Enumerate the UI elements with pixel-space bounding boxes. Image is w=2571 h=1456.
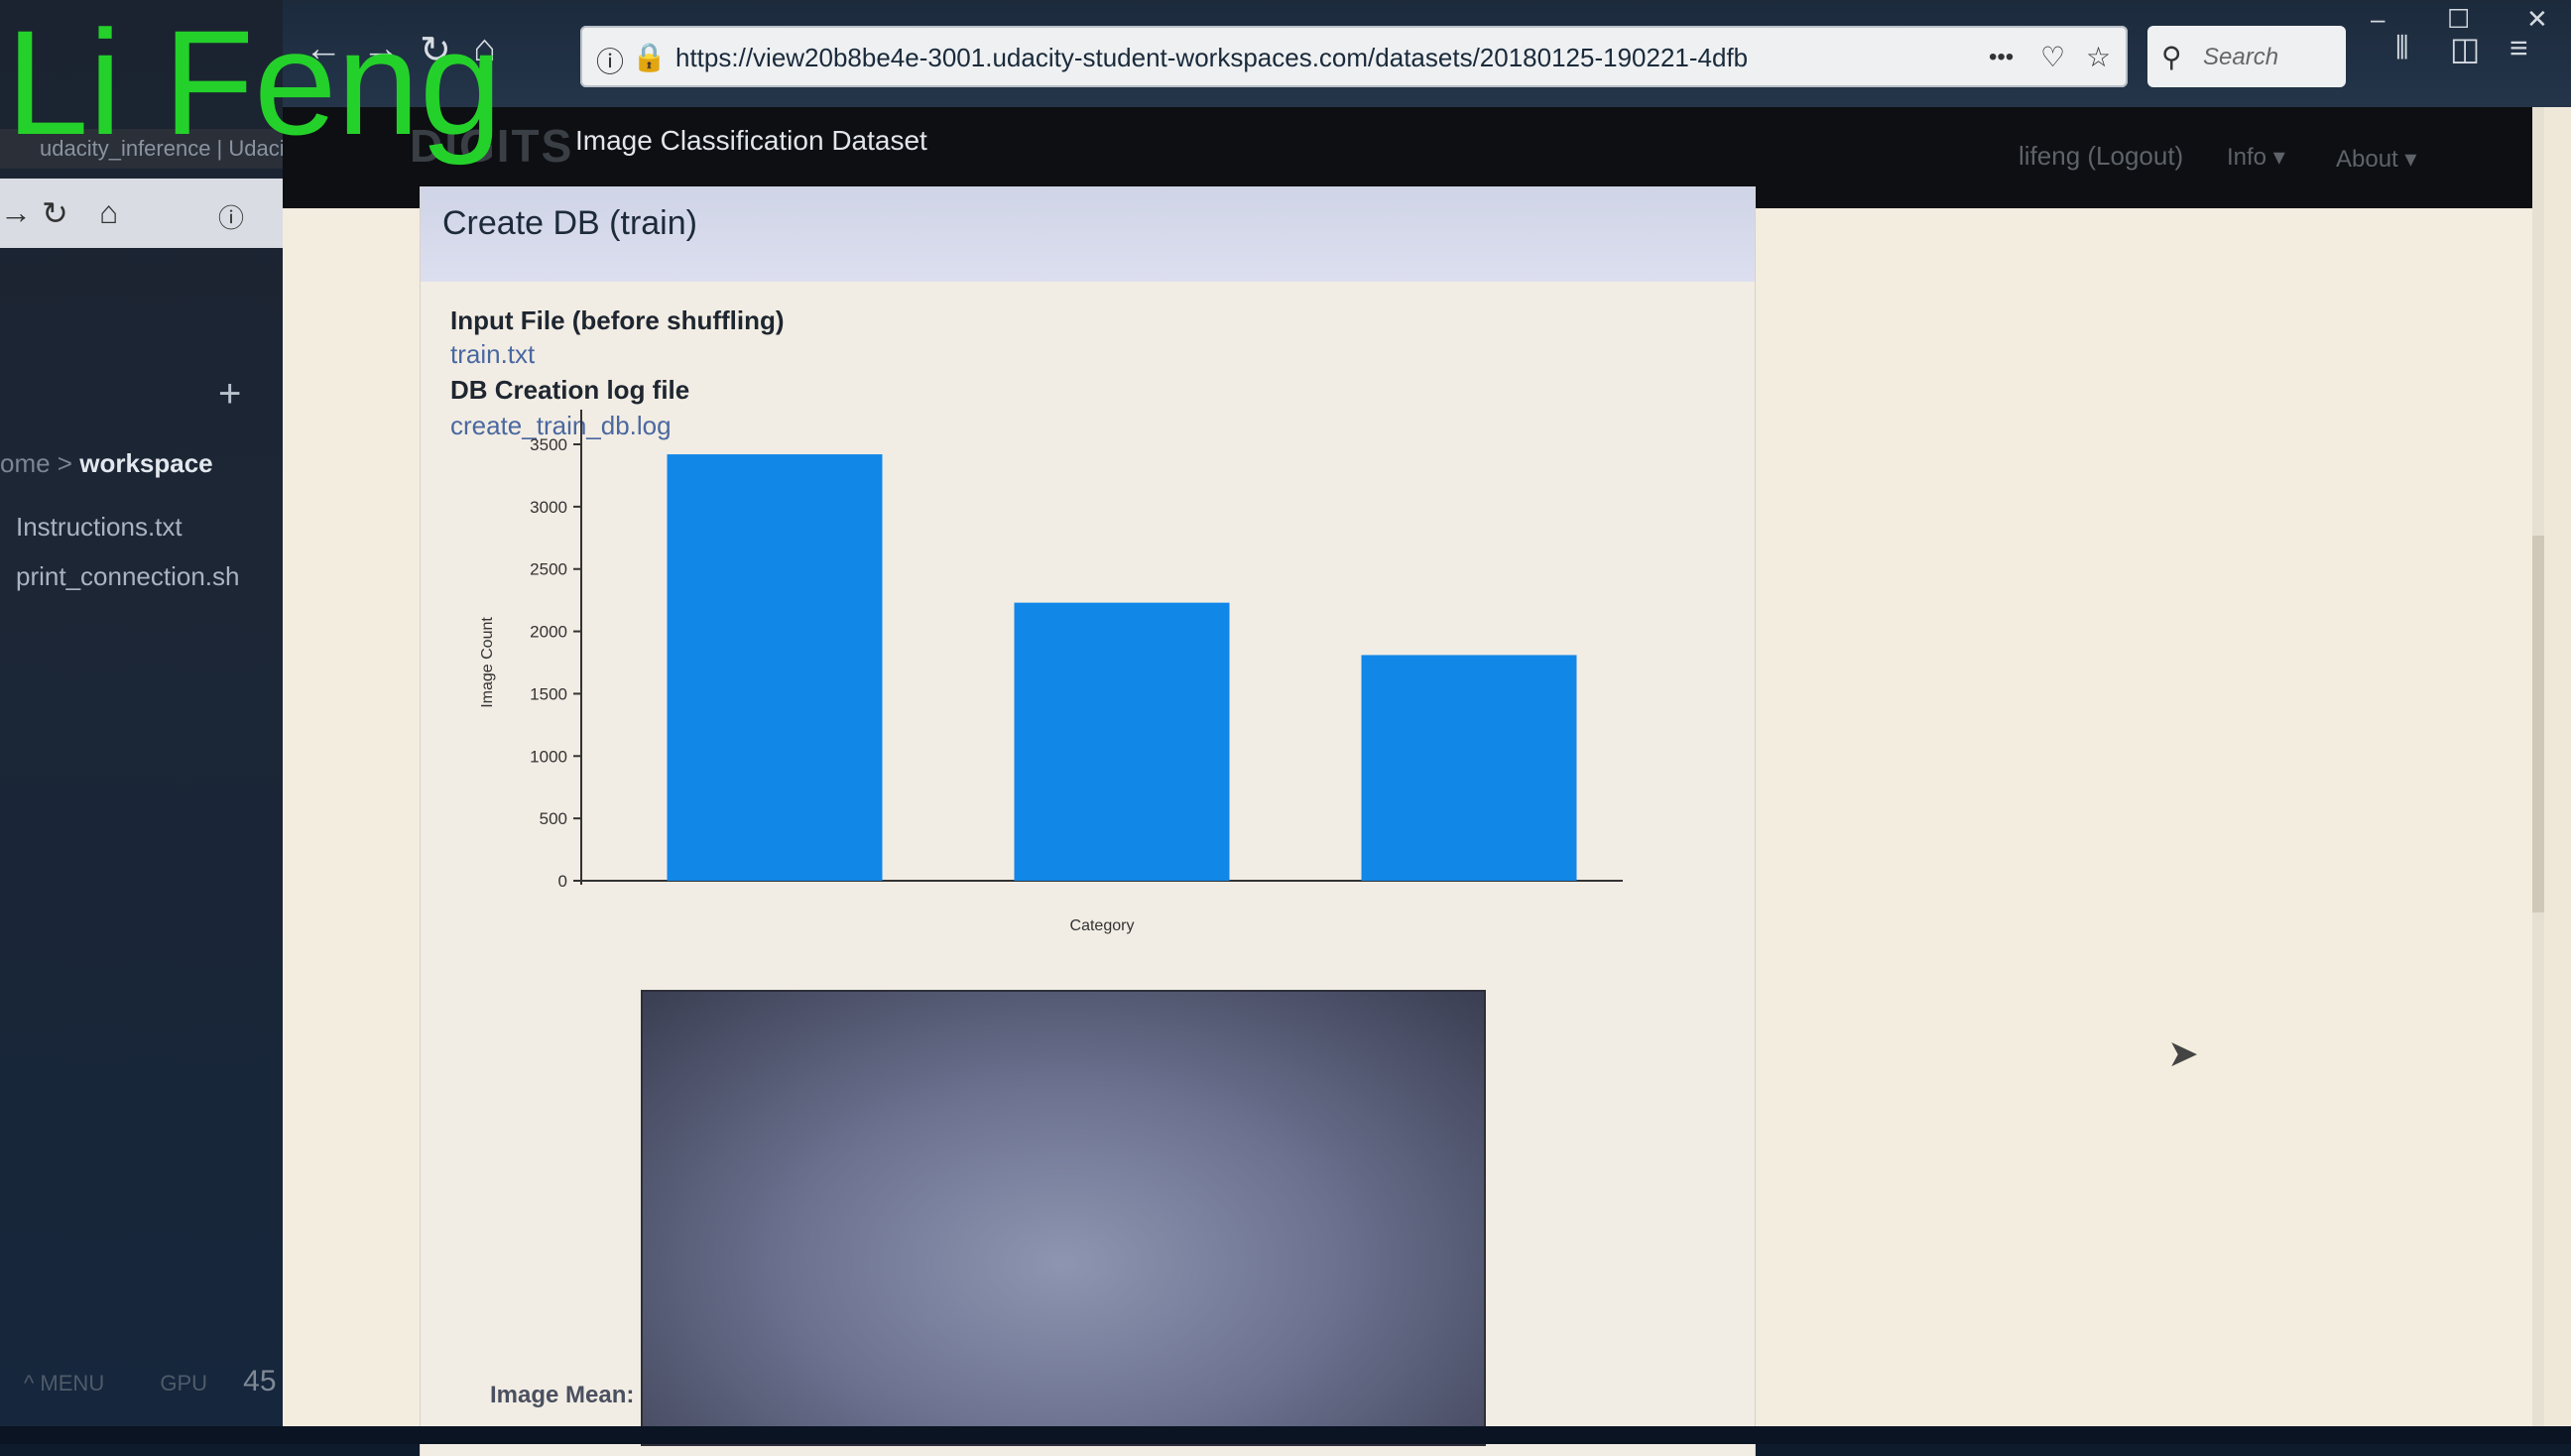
y-tick-label: 1000 [530, 747, 567, 766]
y-tick-label: 3000 [530, 498, 567, 517]
close-icon[interactable]: ✕ [2526, 4, 2548, 35]
panel-header: Create DB (train) [421, 186, 1755, 282]
y-tick-label: 2500 [530, 560, 567, 579]
about-menu[interactable]: About ▾ [2336, 145, 2416, 174]
bar [667, 454, 883, 881]
left-browser-toolbar: → ↻ ⌂ ⓘ [0, 179, 298, 248]
search-placeholder: Search [2203, 44, 2279, 70]
bar [1014, 602, 1230, 881]
scrollbar-thumb[interactable] [2532, 536, 2544, 912]
file-item[interactable]: Instructions.txt [16, 512, 183, 543]
page-content: Create DB (train) Input File (before shu… [283, 186, 2544, 1456]
browser-toolbar: ← → ↻ ⌂ ⓘ 🔒 https://view20b8be4e-3001.ud… [283, 0, 2571, 107]
url-bar[interactable]: ⓘ 🔒 https://view20b8be4e-3001.udacity-st… [580, 26, 2128, 87]
watermark-text: Li Feng [6, 0, 503, 166]
y-tick-label: 500 [540, 809, 567, 828]
home-icon[interactable]: ⌂ [99, 194, 118, 231]
image-mean-label: Image Mean: [490, 1382, 635, 1408]
lock-icon: 🔒 [632, 42, 667, 72]
browser-window: ← → ↻ ⌂ ⓘ 🔒 https://view20b8be4e-3001.ud… [283, 0, 2571, 1456]
info-icon[interactable]: ⓘ [596, 41, 624, 80]
reload-icon[interactable]: ↻ [42, 194, 68, 232]
image-mean-preview [641, 990, 1486, 1446]
add-file-button[interactable]: + [218, 372, 241, 417]
search-input[interactable]: ⚲ Search [2147, 26, 2346, 87]
taskbar [0, 1426, 2571, 1444]
y-tick-label: 3500 [530, 435, 567, 454]
y-tick-label: 0 [558, 872, 567, 891]
library-icon[interactable]: ⫴ [2395, 30, 2408, 67]
mouse-cursor-icon: ➤ [2167, 1033, 2199, 1075]
menu-icon[interactable]: ≡ [2510, 30, 2528, 66]
more-icon[interactable]: ••• [1989, 44, 2014, 71]
create-db-panel: Create DB (train) Input File (before shu… [420, 186, 1756, 1456]
log-file-label: DB Creation log file [450, 375, 690, 405]
category-count-chart: 0 500 1000 1500 2000 2500 3000 3500 Image Count C… [479, 410, 1623, 934]
maximize-icon[interactable]: ☐ [2447, 4, 2470, 35]
bar [1361, 655, 1577, 881]
workspace-sidebar: udacity_inference | Udaci → ↻ ⌂ ⓘ + ome … [0, 0, 298, 1444]
file-item[interactable]: print_connection.sh [16, 561, 239, 592]
minimize-icon[interactable]: – [2371, 4, 2385, 35]
footer-number: 45 [243, 1365, 277, 1397]
y-tick-label: 1500 [530, 684, 567, 703]
breadcrumb-prefix[interactable]: ome > [0, 448, 72, 478]
forward-icon[interactable]: → [0, 194, 32, 231]
panel-title: Create DB (train) [442, 204, 697, 242]
search-icon: ⚲ [2161, 42, 2182, 72]
page-heading: Image Classification Dataset [575, 125, 927, 156]
info-icon[interactable]: ⓘ [218, 198, 244, 235]
x-axis-label: Category [1070, 917, 1135, 934]
breadcrumb-current: workspace [79, 448, 213, 478]
sidebar-footer: ^ MENU GPU 45 [24, 1365, 277, 1398]
logout-link[interactable]: lifeng (Logout) [2019, 141, 2183, 172]
input-file-label: Input File (before shuffling) [450, 305, 785, 335]
star-icon[interactable]: ☆ [2086, 41, 2111, 73]
gpu-toggle[interactable]: GPU [160, 1371, 207, 1395]
pocket-icon[interactable]: ♡ [2040, 41, 2065, 73]
menu-button[interactable]: ^ MENU [24, 1371, 104, 1395]
breadcrumb: ome > workspace [0, 448, 213, 479]
input-file-link[interactable]: train.txt [450, 339, 535, 370]
y-tick-label: 2000 [530, 623, 567, 642]
info-menu[interactable]: Info ▾ [2227, 143, 2285, 172]
sidebar-icon[interactable]: ◫ [2450, 30, 2480, 67]
y-axis-label: Image Count [479, 617, 496, 708]
url-text[interactable]: https://view20b8be4e-3001.udacity-studen… [675, 43, 1748, 73]
